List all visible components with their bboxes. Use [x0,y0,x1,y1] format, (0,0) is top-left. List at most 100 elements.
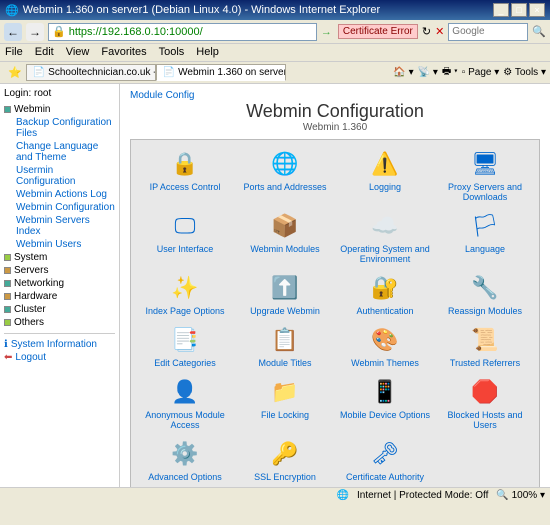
trusted-icon: 📜 [469,324,501,356]
certificate-error-badge[interactable]: Certificate Error [338,24,418,39]
globe-icon: 🌐 [269,148,301,180]
config-item-trusted[interactable]: 📜Trusted Referrers [437,322,533,370]
stop-button[interactable]: ✕ [435,25,444,38]
anon-icon: 👤 [169,376,201,408]
sidebar-item[interactable]: Change Language and Theme [4,140,115,164]
category-box-icon [4,293,11,300]
status-zone: Internet | Protected Mode: Off [357,490,488,501]
sidebar-category-hardware[interactable]: Hardware [4,290,115,303]
logout-link[interactable]: ⬅Logout [4,351,115,364]
main-content: Module Config Webmin Configuration Webmi… [120,84,550,487]
config-item-cats[interactable]: 📑Edit Categories [137,322,233,370]
proxy-icon: 🖥 [469,148,501,180]
page-subtitle: Webmin 1.360 [130,122,540,133]
config-item-wand[interactable]: ✨Index Page Options [137,270,233,318]
category-box-icon [4,106,11,113]
close-button[interactable]: × [529,3,545,17]
tab-schooltechnician[interactable]: 📄 Schooltechnician.co.uk - Bui... [26,64,156,81]
sidebar-item[interactable]: Usermin Configuration [4,164,115,188]
menu-file[interactable]: File [5,46,23,59]
nav-toolbar: ← → 🔒 https://192.168.0.10:10000/ → Cert… [0,20,550,44]
page-title: Webmin Configuration [130,101,540,122]
home-button[interactable]: 🏠 ▾ [393,67,413,78]
feeds-button[interactable]: 📡 ▾ [418,67,438,78]
config-item-os[interactable]: ☁️Operating System and Environment [337,208,433,266]
sidebar: Login: root WebminBackup Configuration F… [0,84,120,487]
search-button[interactable]: 🔍 [532,25,546,38]
config-item-warn[interactable]: ⚠️Logging [337,146,433,204]
config-item-screen[interactable]: 🖵User Interface [137,208,233,266]
ssl-icon: 🔑 [269,438,301,470]
config-item-auth[interactable]: 🔐Authentication [337,270,433,318]
sidebar-category-servers[interactable]: Servers [4,264,115,277]
window-titlebar: 🌐 Webmin 1.360 on server1 (Debian Linux … [0,0,550,20]
minimize-button[interactable]: _ [493,3,509,17]
config-item-globe[interactable]: 🌐Ports and Addresses [237,146,333,204]
config-item-module[interactable]: 📦Webmin Modules [237,208,333,266]
menu-favorites[interactable]: Favorites [101,46,146,59]
menu-view[interactable]: View [66,46,90,59]
category-box-icon [4,319,11,326]
stop-icon: 🛑 [469,376,501,408]
sidebar-item[interactable]: Webmin Configuration [4,201,115,214]
refresh-button[interactable]: ↻ [422,25,431,38]
config-item-filelock[interactable]: 📁File Locking [237,374,333,432]
tools-menu[interactable]: ⚙ Tools ▾ [503,67,546,78]
config-item-upgrade[interactable]: ⬆️Upgrade Webmin [237,270,333,318]
themes-icon: 🎨 [369,324,401,356]
config-item-lock[interactable]: 🔒IP Access Control [137,146,233,204]
statusbar: 🌐 Internet | Protected Mode: Off 🔍 100% … [0,487,550,503]
page-menu[interactable]: ▫ Page ▾ [462,67,500,78]
tab-favicon-icon: 📄 [33,67,45,78]
sidebar-item[interactable]: Webmin Users [4,238,115,251]
favorites-icon[interactable]: ⭐ [4,64,26,81]
config-item-stop[interactable]: 🛑Blocked Hosts and Users [437,374,533,432]
config-item-adv[interactable]: ⚙️Advanced Options [137,436,233,484]
address-bar[interactable]: 🔒 https://192.168.0.10:10000/ [48,23,317,41]
config-item-proxy[interactable]: 🖥Proxy Servers and Downloads [437,146,533,204]
config-item-mobile[interactable]: 📱Mobile Device Options [337,374,433,432]
module-config-link[interactable]: Module Config [130,90,194,101]
config-item-ssl[interactable]: 🔑SSL Encryption [237,436,333,484]
login-info: Login: root [4,88,115,99]
maximize-button[interactable]: □ [511,3,527,17]
logout-icon: ⬅ [4,352,12,363]
config-item-themes[interactable]: 🎨Webmin Themes [337,322,433,370]
sidebar-item[interactable]: Backup Configuration Files [4,116,115,140]
print-button[interactable]: 🖶 ▾ [442,64,458,81]
filelock-icon: 📁 [269,376,301,408]
upgrade-icon: ⬆️ [269,272,301,304]
config-item-ca[interactable]: 🗝Certificate Authority [337,436,433,484]
zoom-level[interactable]: 🔍 100% ▾ [496,490,545,501]
mobile-icon: 📱 [369,376,401,408]
sidebar-category-webmin[interactable]: Webmin [4,103,115,116]
menu-edit[interactable]: Edit [35,46,54,59]
config-item-titles[interactable]: 📋Module Titles [237,322,333,370]
tab-webmin[interactable]: 📄 Webmin 1.360 on server... ✕ [156,64,286,81]
menu-tools[interactable]: Tools [159,46,185,59]
config-item-anon[interactable]: 👤Anonymous Module Access [137,374,233,432]
ie-icon: 🌐 [5,4,19,17]
category-box-icon [4,280,11,287]
go-button[interactable]: → [321,26,332,38]
titles-icon: 📋 [269,324,301,356]
menu-help[interactable]: Help [196,46,219,59]
search-input[interactable] [448,23,528,41]
sidebar-item[interactable]: Webmin Servers Index [4,214,115,238]
wand-icon: ✨ [169,272,201,304]
config-icon-grid: 🔒IP Access Control🌐Ports and Addresses⚠️… [130,139,540,487]
config-item-flag[interactable]: 🏳Language [437,208,533,266]
sidebar-item[interactable]: Webmin Actions Log [4,188,115,201]
category-box-icon [4,254,11,261]
config-item-wrench[interactable]: 🔧Reassign Modules [437,270,533,318]
sidebar-category-others[interactable]: Others [4,316,115,329]
sidebar-category-networking[interactable]: Networking [4,277,115,290]
lock-icon: 🔒 [169,148,201,180]
forward-button[interactable]: → [26,23,44,41]
sidebar-category-system[interactable]: System [4,251,115,264]
back-button[interactable]: ← [4,23,22,41]
ca-icon: 🗝 [369,438,401,470]
sidebar-category-cluster[interactable]: Cluster [4,303,115,316]
system-information-link[interactable]: ℹSystem Information [4,338,115,351]
adv-icon: ⚙️ [169,438,201,470]
